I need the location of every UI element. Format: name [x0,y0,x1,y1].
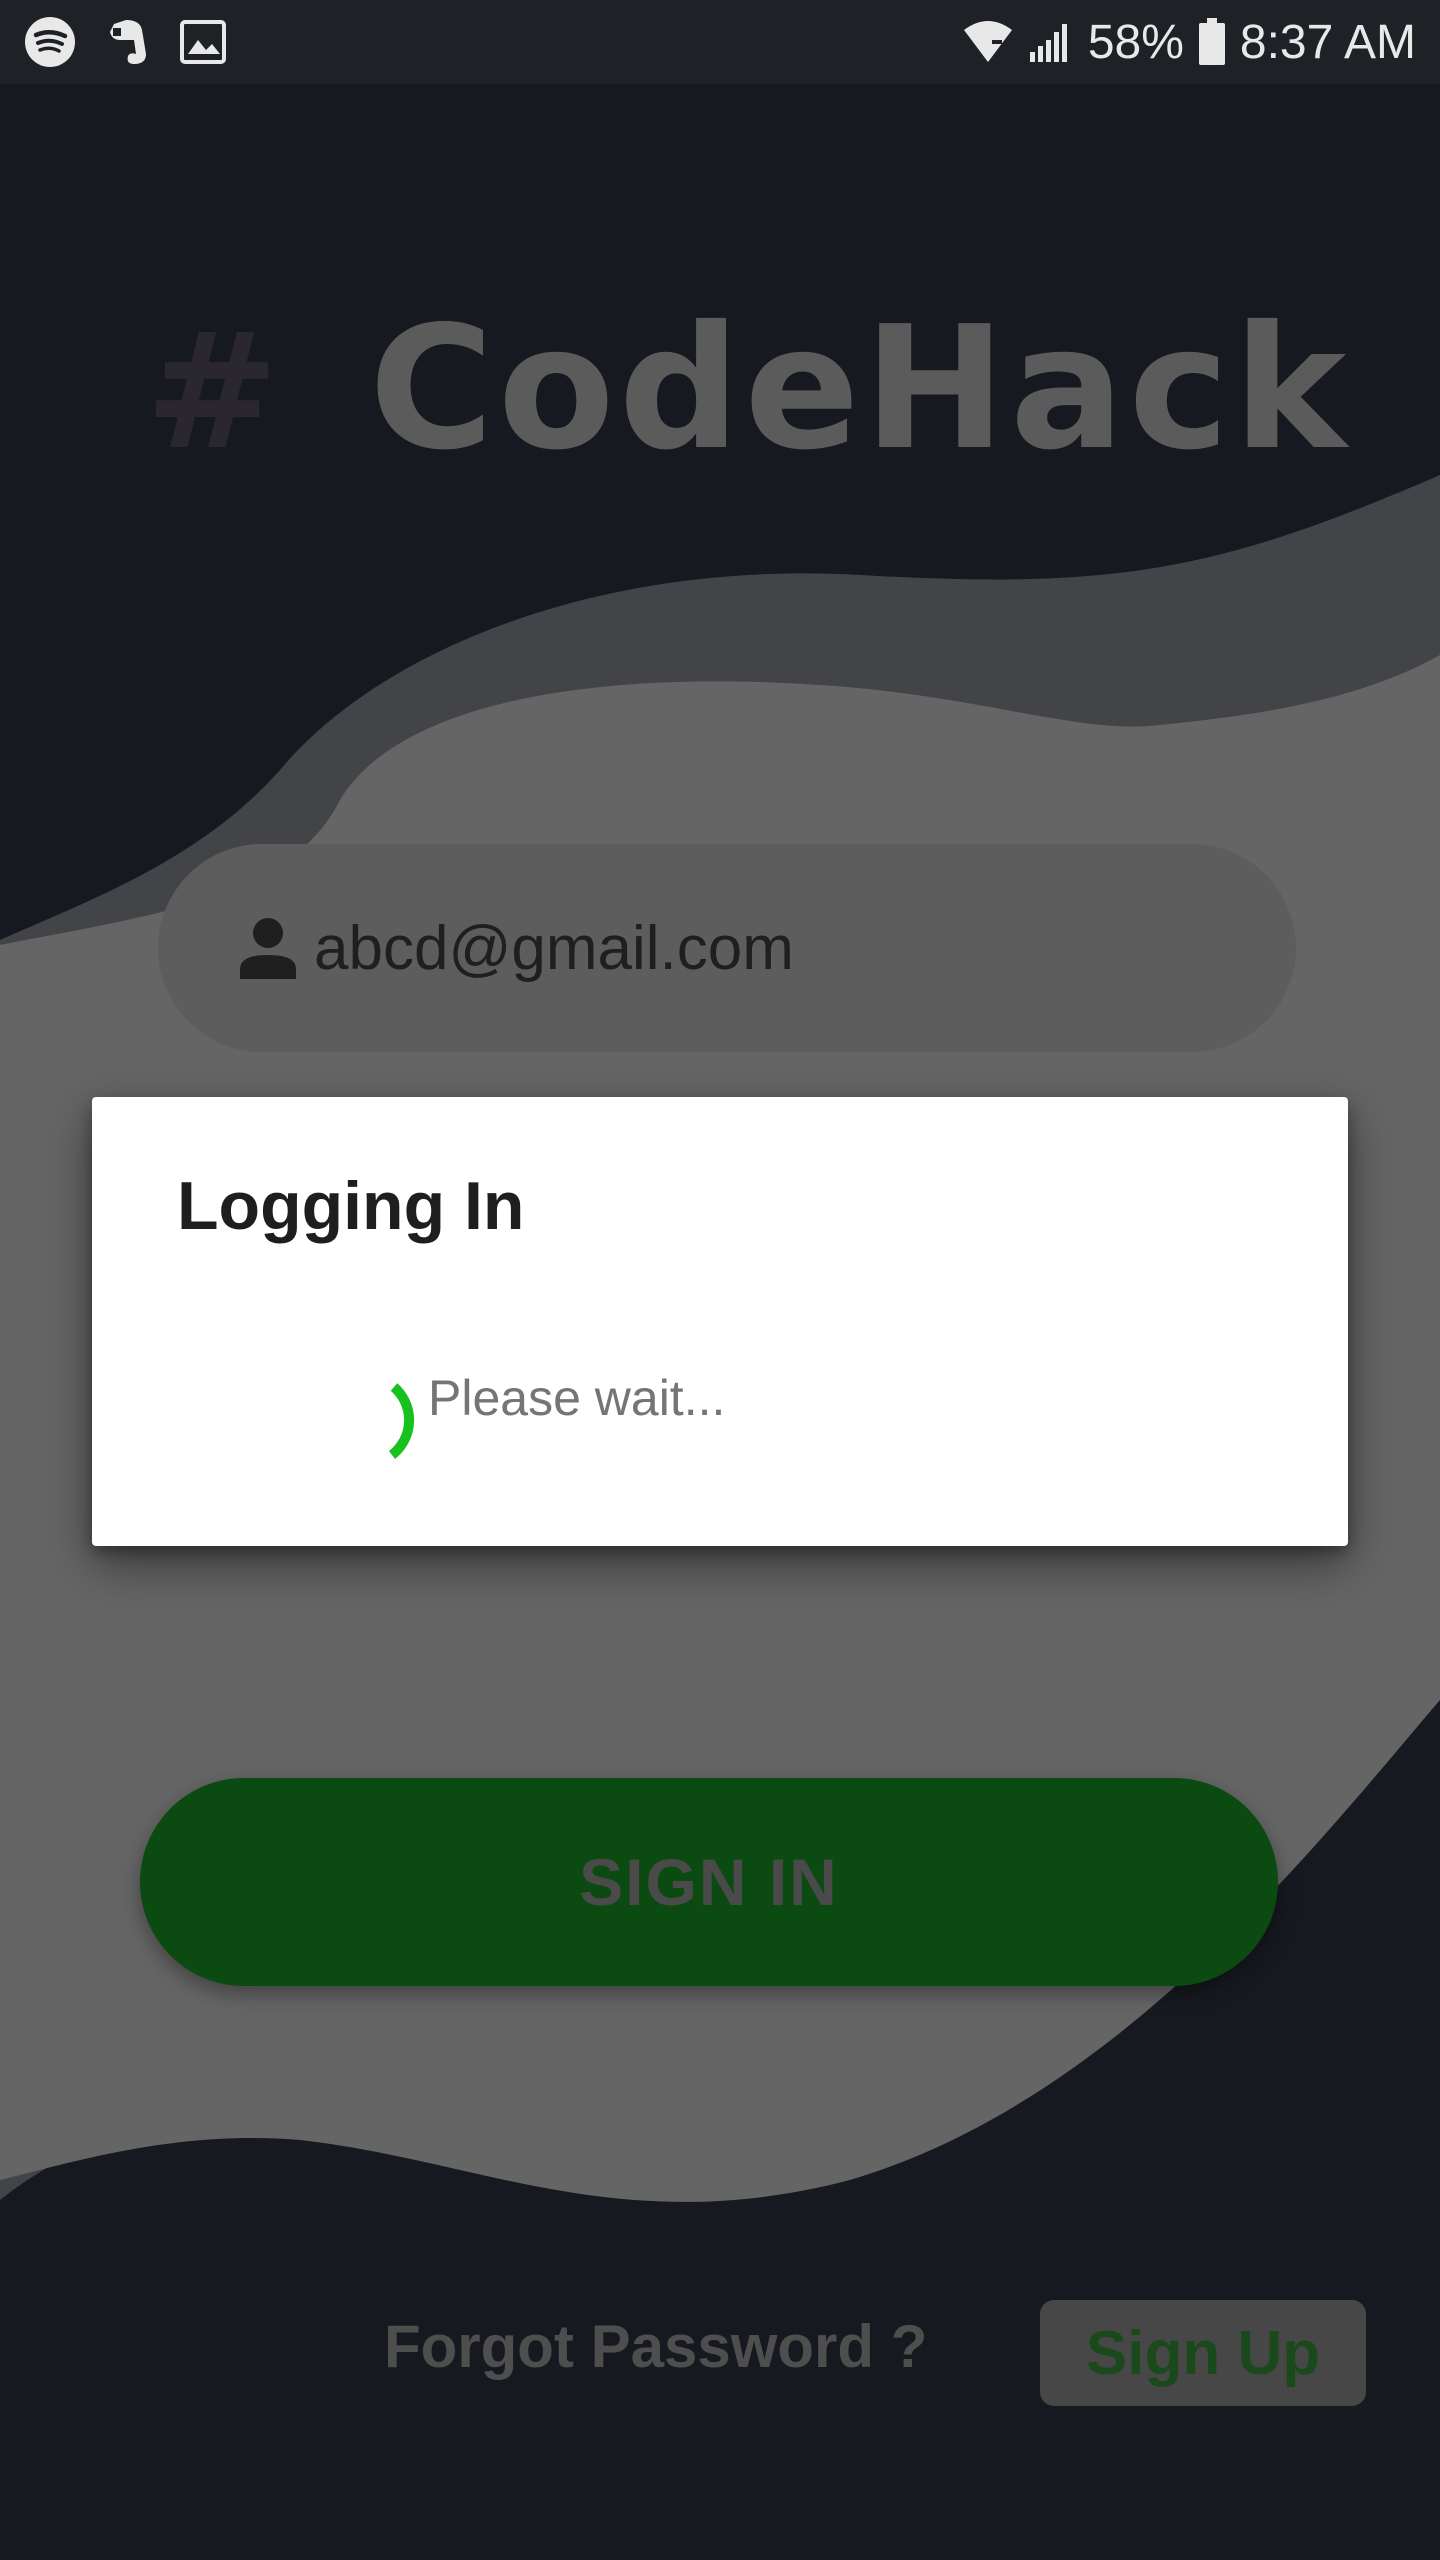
signal-icon [1029,24,1067,62]
battery-percentage: 58% [1087,15,1184,69]
dialog-title: Logging In [177,1168,525,1244]
status-bar-system: 58% 8:37 AM [962,15,1416,70]
email-value: abcd@gmail.com [314,913,794,983]
sign-in-button[interactable]: SIGN IN [140,1778,1278,1986]
logo-hash: # [145,298,280,485]
app-name: CodeHack [369,290,1351,488]
status-bar-notifications [24,16,226,68]
evernote-icon [110,20,146,64]
gallery-icon [180,20,226,64]
status-bar: 58% 8:37 AM [0,0,1440,84]
loading-dialog: Logging In Please wait... [92,1097,1348,1546]
email-field[interactable]: abcd@gmail.com [158,844,1296,1052]
forgot-password-link[interactable]: Forgot Password ? [384,2312,927,2381]
loading-spinner-icon [388,1383,415,1459]
sign-up-button[interactable]: Sign Up [1040,2300,1366,2406]
status-time: 8:37 AM [1239,15,1416,69]
battery-icon [1198,18,1225,65]
app-logo: # CodeHack [145,290,1350,488]
spotify-icon [25,17,75,67]
dialog-message: Please wait... [428,1370,726,1426]
sign-in-label: SIGN IN [579,1845,839,1919]
sign-up-label: Sign Up [1085,2318,1321,2388]
person-icon [240,918,296,979]
wifi-icon [963,21,1012,62]
